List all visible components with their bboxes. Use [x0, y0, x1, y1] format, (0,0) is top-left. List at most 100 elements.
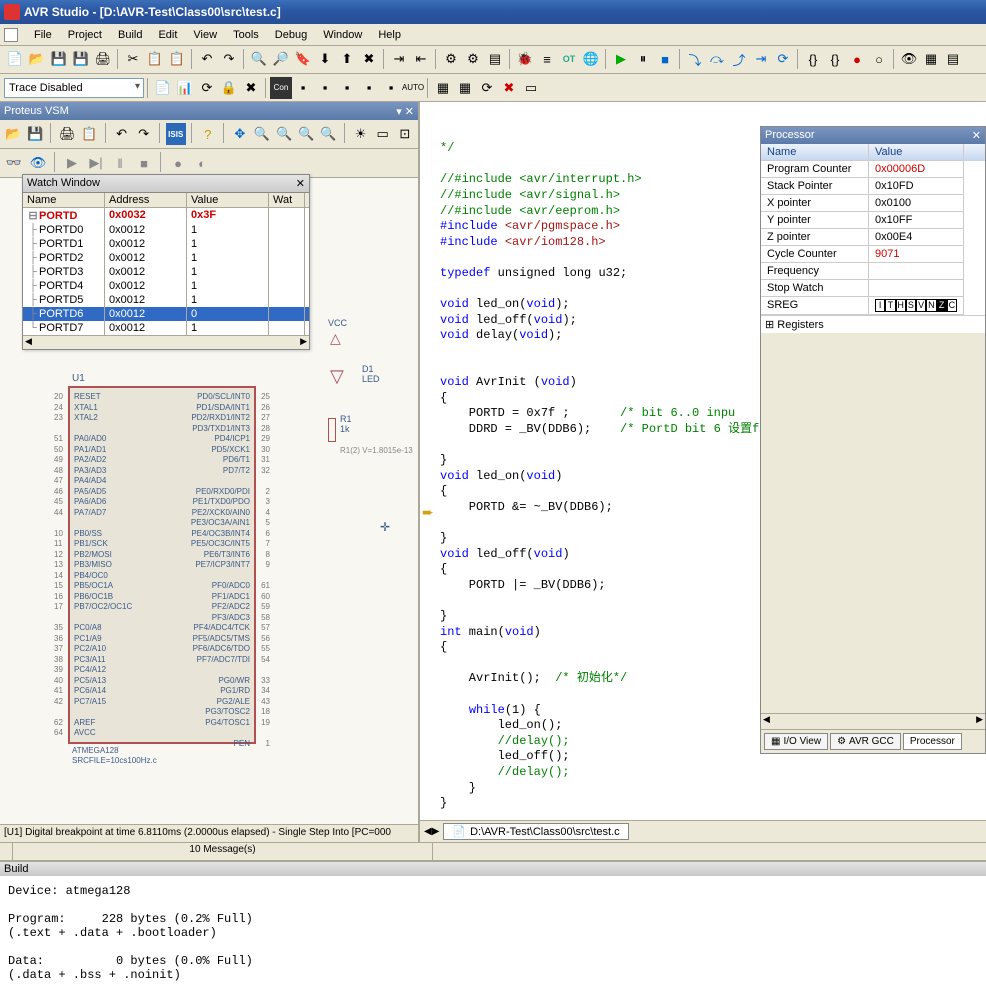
col-name[interactable]: Name [23, 193, 105, 207]
proteus-undo-icon[interactable]: ↶ [111, 123, 131, 145]
print-icon[interactable]: 🖨 [92, 48, 114, 70]
menu-debug[interactable]: Debug [267, 27, 315, 43]
breakpoint-icon[interactable]: ● [846, 48, 868, 70]
chip-body[interactable]: RESET20XTAL124XTAL223PA0/AD051PA1/AD150P… [68, 386, 256, 744]
rebuild-icon[interactable]: ⚙ [462, 48, 484, 70]
menu-project[interactable]: Project [60, 27, 110, 43]
watch-row[interactable]: ├PORTD40x00121 [23, 279, 309, 293]
bookmark-next-icon[interactable]: ⬇ [314, 48, 336, 70]
chip2-icon[interactable]: ▪ [292, 77, 314, 99]
trace-combo[interactable]: Trace Disabled [4, 78, 144, 98]
processor-row[interactable]: Stop Watch [761, 280, 985, 297]
proteus-zoom-out-icon[interactable]: 🔍 [274, 123, 294, 145]
proteus-eye-icon[interactable]: 👁 [27, 152, 49, 174]
breakpoint-toggle-icon[interactable]: {} [802, 48, 824, 70]
paste-icon[interactable]: 📋 [166, 48, 188, 70]
trace-btn3-icon[interactable]: ⟳ [196, 77, 218, 99]
processor-row[interactable]: Stack Pointer0x10FD [761, 178, 985, 195]
breakpoint-clear-icon[interactable]: ○ [868, 48, 890, 70]
processor-row[interactable]: Z pointer0x00E4 [761, 229, 985, 246]
trace-btn1-icon[interactable]: 📄 [152, 77, 174, 99]
proteus-rec2-icon[interactable]: ◐ [191, 152, 213, 174]
trace-btn5-icon[interactable]: ✖ [240, 77, 262, 99]
chip6-icon[interactable]: ▪ [380, 77, 402, 99]
watch-row[interactable]: ├PORTD20x00121 [23, 251, 309, 265]
processor-scrollbar[interactable]: ◀▶ [761, 713, 985, 729]
cut-icon[interactable]: ✂ [122, 48, 144, 70]
target-cancel-icon[interactable]: ✖ [498, 77, 520, 99]
target-btn1-icon[interactable]: ▦ [432, 77, 454, 99]
target-btn3-icon[interactable]: ⟳ [476, 77, 498, 99]
proteus-glasses-icon[interactable]: 👓 [3, 152, 25, 174]
proteus-stop-icon[interactable]: ■ [133, 152, 155, 174]
proteus-zoom-area-icon[interactable]: 🔍 [318, 123, 338, 145]
expand-icon[interactable]: ⊞ [765, 319, 774, 331]
copy-icon[interactable]: 📋 [144, 48, 166, 70]
col-name[interactable]: Name [761, 144, 869, 161]
indent-icon[interactable]: ⇥ [388, 48, 410, 70]
compile-icon[interactable]: ▤ [484, 48, 506, 70]
step-over-icon[interactable]: ⤼ [706, 48, 728, 70]
watch-row[interactable]: ├PORTD50x00121 [23, 293, 309, 307]
tab-nav-icon[interactable]: ◀▶ [424, 826, 439, 837]
memory-icon[interactable]: ▦ [920, 48, 942, 70]
proteus-copy-icon[interactable]: 📋 [79, 123, 99, 145]
processor-row[interactable]: Program Counter0x00006D [761, 161, 985, 178]
tab-test-c[interactable]: 📄 D:\AVR-Test\Class00\src\test.c [443, 823, 628, 840]
proteus-zoom-in-icon[interactable]: 🔍 [252, 123, 272, 145]
stop-icon[interactable]: ■ [654, 48, 676, 70]
chip4-icon[interactable]: ▪ [336, 77, 358, 99]
redo-icon[interactable]: ↷ [218, 48, 240, 70]
menu-view[interactable]: View [185, 27, 225, 43]
watch-row[interactable]: ├PORTD00x00121 [23, 223, 309, 237]
watch-row[interactable]: ⊟PORTD0x00320x3F [23, 208, 309, 223]
build-output[interactable]: Device: atmega128 Program: 228 bytes (0.… [0, 876, 986, 986]
registers-row[interactable]: ⊞ Registers [761, 315, 985, 333]
proteus-step-icon[interactable]: ▶| [85, 152, 107, 174]
col-address[interactable]: Address [105, 193, 187, 207]
save-icon[interactable]: 💾 [48, 48, 70, 70]
register-icon[interactable]: ▤ [942, 48, 964, 70]
watch-row[interactable]: └PORTD70x00121 [23, 321, 309, 335]
watch-row[interactable]: ├PORTD60x00120 [23, 307, 309, 321]
col-value[interactable]: Value [187, 193, 269, 207]
proteus-open-icon[interactable]: 📂 [3, 123, 23, 145]
proteus-save-icon[interactable]: 💾 [25, 123, 45, 145]
step-out-icon[interactable]: ⤴ [728, 48, 750, 70]
auto-icon[interactable]: AUTO [402, 77, 424, 99]
menu-icon[interactable] [4, 28, 18, 42]
proteus-isis-icon[interactable]: ISIS [166, 123, 186, 145]
target-btn2-icon[interactable]: ▦ [454, 77, 476, 99]
bookmark-clear-icon[interactable]: ✖ [358, 48, 380, 70]
menu-file[interactable]: File [26, 27, 60, 43]
tab-processor[interactable]: Processor [903, 733, 962, 750]
proteus-redo-icon[interactable]: ↷ [134, 123, 154, 145]
tab-avr-gcc[interactable]: ⚙AVR GCC [830, 733, 901, 750]
col-value[interactable]: Value [869, 144, 964, 161]
watch-scrollbar[interactable]: ◀▶ [23, 335, 309, 349]
save-all-icon[interactable]: 💾 [70, 48, 92, 70]
proteus-zoom-fit-icon[interactable]: 🔍 [296, 123, 316, 145]
bookmark-prev-icon[interactable]: ⬆ [336, 48, 358, 70]
undo-icon[interactable]: ↶ [196, 48, 218, 70]
proteus-terminal-icon[interactable]: ⊡ [395, 123, 415, 145]
pause-icon[interactable]: ⏸ [632, 48, 654, 70]
watch-row[interactable]: ├PORTD30x00121 [23, 265, 309, 279]
processor-row[interactable]: Y pointer0x10FF [761, 212, 985, 229]
find-icon[interactable]: 🔍 [248, 48, 270, 70]
proteus-print-icon[interactable]: 🖨 [57, 123, 77, 145]
chip5-icon[interactable]: ▪ [358, 77, 380, 99]
menu-edit[interactable]: Edit [150, 27, 185, 43]
step-into-icon[interactable]: ⤵ [684, 48, 706, 70]
proteus-pause-icon[interactable]: ‖ [109, 152, 131, 174]
proteus-rec-icon[interactable]: ● [167, 152, 189, 174]
proteus-component-icon[interactable]: ▭ [373, 123, 393, 145]
find-next-icon[interactable]: 🔎 [270, 48, 292, 70]
processor-close-icon[interactable]: ✕ [972, 129, 981, 142]
processor-row[interactable]: X pointer0x0100 [761, 195, 985, 212]
run-icon[interactable]: ▶ [610, 48, 632, 70]
proteus-help-icon[interactable]: ? [198, 123, 218, 145]
open-file-icon[interactable]: 📂 [26, 48, 48, 70]
simulator-icon[interactable]: 🌐 [580, 48, 602, 70]
watch-row[interactable]: ├PORTD10x00121 [23, 237, 309, 251]
